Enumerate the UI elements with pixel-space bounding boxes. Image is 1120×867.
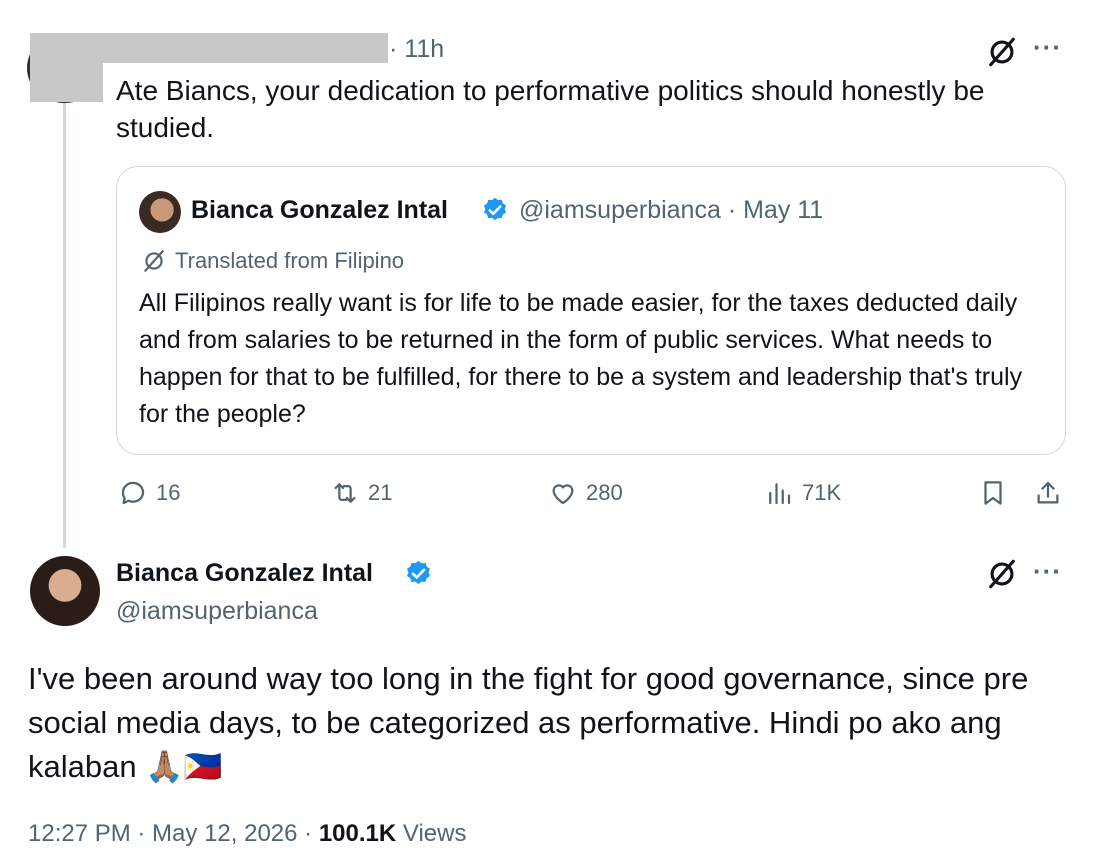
quoted-author-handle[interactable]: @iamsuperbianca · May 11 [519,196,823,225]
verified-icon [483,197,507,221]
reply-button[interactable]: 16 [118,478,180,508]
quoted-post-text: All Filipinos really want is for life to… [139,289,1023,428]
more-icon[interactable]: ··· [1033,32,1062,63]
quoted-author-avatar[interactable] [139,191,181,233]
bookmark-button[interactable] [978,478,1008,508]
main-author-avatar[interactable] [30,556,100,626]
main-author-name[interactable]: Bianca Gonzalez Intal [116,559,373,588]
reply-text: Ate Biancs, your dedication to performat… [116,75,985,143]
grok-icon[interactable] [985,35,1019,69]
reply-time[interactable]: · 11h [389,35,444,64]
translated-label-row[interactable]: Translated from Filipino [141,248,404,274]
post-views-label: Views [396,820,467,847]
bookmark-icon [984,481,1002,505]
share-button[interactable] [1033,478,1063,508]
views-icon [769,483,791,505]
translated-label: Translated from Filipino [175,248,405,273]
views-count: 71K [802,480,842,505]
like-icon [552,484,574,505]
repost-icon [334,483,356,503]
thread-line [63,103,66,548]
quoted-author-name[interactable]: Bianca Gonzalez Intal [191,196,448,225]
main-author-handle[interactable]: @iamsuperbianca [116,597,318,626]
repost-button[interactable]: 21 [330,478,392,508]
action-bar: 16 21 280 71K [118,478,1068,514]
main-post-text: I've been around way too long in the fig… [28,661,1029,784]
views-button[interactable]: 71K [764,478,841,508]
reply-icon [121,481,145,505]
like-button[interactable]: 280 [548,478,623,508]
reply-count: 16 [156,480,181,505]
share-icon [1037,481,1059,504]
redacted-name-block [30,33,388,63]
translate-icon [144,250,164,272]
repost-count: 21 [368,480,393,505]
redacted-avatar-block [30,62,103,102]
post-timestamp[interactable]: 12:27 PM · May 12, 2026 · [28,820,319,847]
more-icon[interactable]: ··· [1033,556,1062,587]
post-views-count[interactable]: 100.1K [319,820,396,847]
grok-icon[interactable] [985,557,1019,591]
verified-icon [407,560,430,585]
post-meta: 12:27 PM · May 12, 2026 · 100.1K Views [28,820,466,848]
like-count: 280 [586,480,623,505]
